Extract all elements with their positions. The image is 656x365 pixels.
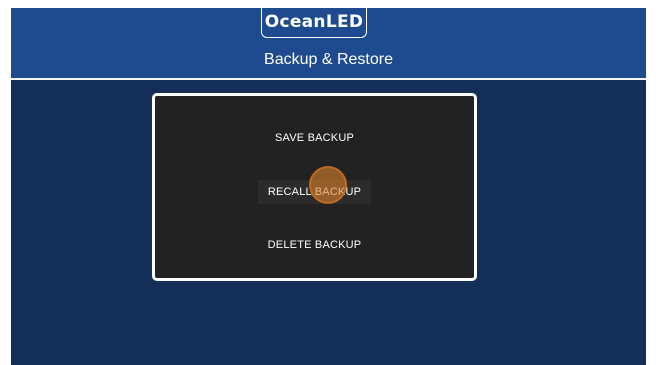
page-title: Backup & Restore — [264, 51, 393, 68]
delete-backup-label: DELETE BACKUP — [267, 239, 362, 251]
app-screen: OceanLED Backup & Restore SAVE BACKUP RE… — [11, 8, 646, 365]
logo-text: OceanLED — [264, 12, 364, 32]
save-backup-button[interactable]: SAVE BACKUP — [155, 126, 474, 150]
oceanled-logo: OceanLED — [261, 8, 367, 38]
delete-backup-button[interactable]: DELETE BACKUP — [155, 233, 474, 257]
backup-menu-panel: SAVE BACKUP RECALL BACKUP DELETE BACKUP — [152, 93, 477, 281]
recall-backup-label: RECALL BACKUP — [257, 180, 372, 204]
header-bar: OceanLED Backup & Restore — [11, 8, 646, 80]
save-backup-label: SAVE BACKUP — [274, 132, 355, 144]
recall-backup-button[interactable]: RECALL BACKUP — [155, 180, 474, 204]
